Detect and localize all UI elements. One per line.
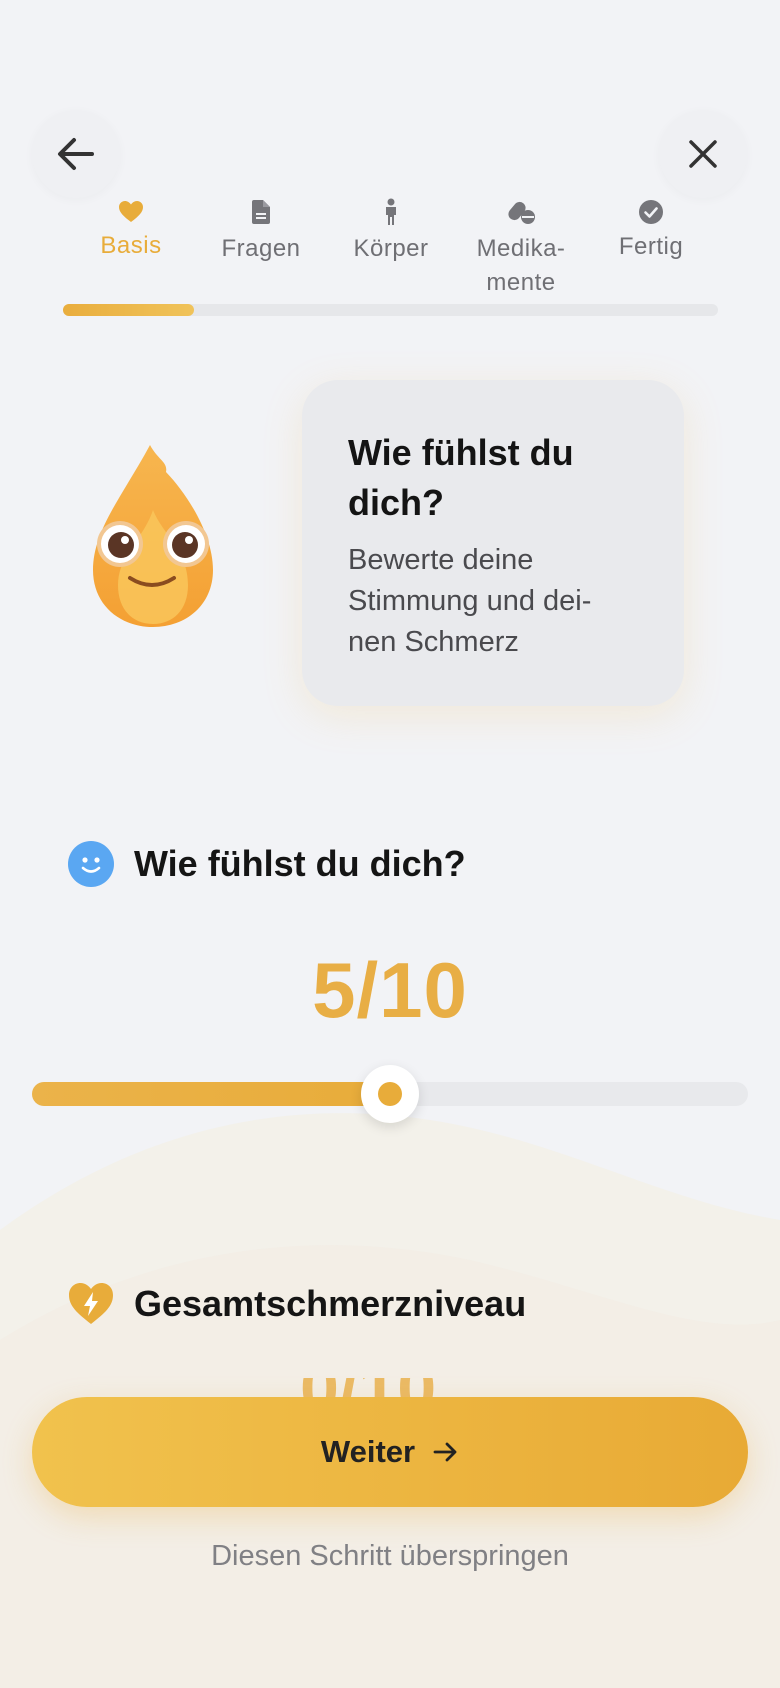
step-progress-bar [63, 304, 718, 316]
close-button[interactable] [659, 110, 747, 198]
step-label: Medika- [476, 235, 566, 262]
smiley-icon [68, 841, 114, 887]
pills-icon [508, 201, 535, 224]
intro-subtitle: Bewerte deine Stimmung und dei- nen Schm… [348, 544, 592, 658]
next-button[interactable]: Weiter [32, 1397, 748, 1507]
intro-title: Wie fühlst du dich? [348, 432, 574, 523]
heart-bolt-icon [68, 1281, 114, 1327]
close-icon [689, 140, 717, 168]
step-fragen[interactable]: Fragen [196, 196, 326, 265]
pain-value-label: 0/10 [300, 1378, 480, 1398]
step-label: Fragen [221, 235, 301, 262]
mood-slider-thumb[interactable] [361, 1065, 419, 1123]
slider-thumb-dot [378, 1082, 402, 1106]
step-basis[interactable]: Basis [66, 196, 196, 262]
flame-mascot-illustration [93, 445, 213, 627]
person-icon [386, 198, 396, 225]
next-button-label: Weiter [320, 1434, 416, 1469]
step-koerper[interactable]: Körper [326, 196, 456, 265]
step-medikamente[interactable]: Medika- mente [456, 196, 586, 299]
step-label-line2: mente [486, 269, 556, 296]
pain-section-header: Gesamtschmerzniveau [68, 1281, 526, 1327]
step-label: Basis [100, 232, 162, 259]
mood-section-title: Wie fühlst du dich? [134, 843, 466, 884]
intro-card: Wie fühlst du dich? Bewerte deine Stimmu… [302, 380, 684, 706]
heart-icon [119, 201, 143, 222]
check-circle-icon [639, 200, 663, 224]
step-progress-fill [63, 304, 194, 316]
step-indicator: Basis Fragen Körper Medika- mente Fertig [66, 196, 716, 306]
mood-section-header: Wie fühlst du dich? [68, 841, 466, 887]
pain-section-title: Gesamtschmerzniveau [134, 1283, 527, 1324]
back-button[interactable] [32, 110, 120, 198]
mood-slider-fill [32, 1082, 390, 1106]
arrow-left-icon [58, 138, 94, 170]
skip-step-link[interactable]: Diesen Schritt überspringen [0, 1540, 780, 1573]
step-label: Körper [353, 235, 429, 262]
step-fertig[interactable]: Fertig [586, 196, 716, 263]
step-label: Fertig [618, 233, 684, 260]
document-icon [252, 200, 270, 224]
arrow-right-icon [433, 1441, 459, 1463]
mood-value-label: 5/10 [312, 946, 468, 1034]
